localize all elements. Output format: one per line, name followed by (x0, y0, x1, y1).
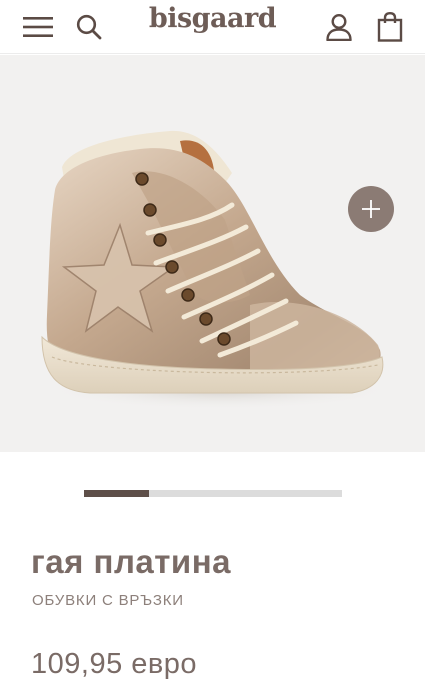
user-icon (326, 13, 352, 41)
product-category: ОБУВКИ С ВРЪЗКИ (32, 592, 184, 609)
shopping-bag-icon (377, 12, 403, 42)
hamburger-menu-icon (23, 17, 53, 37)
brand-logo[interactable]: bisgaard (140, 0, 285, 36)
image-pager[interactable] (84, 490, 342, 497)
product-image-gallery[interactable] (0, 55, 425, 452)
account-button[interactable] (322, 0, 356, 54)
site-header: bisgaard (0, 0, 425, 54)
shopping-bag-button[interactable] (372, 0, 408, 54)
plus-icon (362, 200, 380, 218)
pager-progress (84, 490, 149, 497)
product-price: 109,95 евро (31, 648, 198, 680)
product-image (41, 130, 395, 410)
zoom-button[interactable] (348, 186, 394, 232)
menu-button[interactable] (18, 0, 58, 54)
search-icon (76, 14, 102, 40)
search-button[interactable] (72, 0, 106, 54)
product-title: гая платина (31, 543, 232, 580)
